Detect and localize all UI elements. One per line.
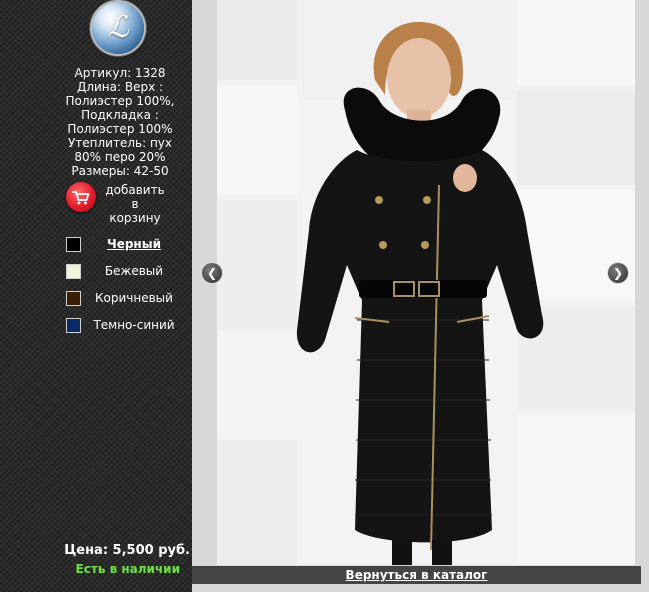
color-swatch-navy[interactable] xyxy=(66,318,81,333)
spec-line: 80% перо 20% xyxy=(74,150,166,164)
footer-bar: Вернуться в каталог xyxy=(192,566,641,584)
color-swatch-black[interactable] xyxy=(66,237,81,252)
chevron-left-icon: ❮ xyxy=(206,266,218,280)
product-price: Цена: 5,500 руб. xyxy=(64,543,190,558)
spec-line: Полиэстер 100% xyxy=(67,122,173,136)
spec-line: Длина: Верх : xyxy=(76,80,164,94)
logo-monogram-icon: ℒ xyxy=(107,10,129,45)
color-swatch-brown[interactable] xyxy=(66,291,81,306)
spec-line: Артикул: 1328 xyxy=(74,66,166,80)
product-sidebar: ℒ Артикул: 1328 Длина: Верх : Полиэстер … xyxy=(0,0,192,592)
coat-model-illustration xyxy=(217,0,635,565)
stock-status: Есть в наличии xyxy=(75,562,180,576)
product-specs: Артикул: 1328 Длина: Верх : Полиэстер 10… xyxy=(58,66,182,178)
add-to-cart-label: добавить xyxy=(105,183,165,197)
back-to-catalog-link[interactable]: Вернуться в каталог xyxy=(346,568,488,582)
spec-line: Утеплитель: пух xyxy=(67,136,173,150)
product-photo xyxy=(217,0,635,565)
cart-icon[interactable] xyxy=(66,182,96,212)
add-to-cart-button[interactable]: добавить в корзину xyxy=(104,183,166,225)
cart-glyph-icon xyxy=(72,191,90,205)
chevron-right-icon: ❯ xyxy=(612,266,624,280)
color-option-brown[interactable]: Коричневый xyxy=(92,291,176,305)
color-swatch-beige[interactable] xyxy=(66,264,81,279)
product-gallery: ❮ ❯ Вернуться в каталог xyxy=(192,0,649,592)
spec-line: Полиэстер 100%, xyxy=(65,94,175,108)
next-image-button[interactable]: ❯ xyxy=(608,263,628,283)
prev-image-button[interactable]: ❮ xyxy=(202,263,222,283)
brand-logo[interactable]: ℒ xyxy=(92,2,144,54)
spec-line: Подкладка : xyxy=(81,108,159,122)
add-to-cart-label: в корзину xyxy=(109,197,161,225)
color-option-black[interactable]: Черный xyxy=(92,237,176,251)
color-option-navy[interactable]: Темно-синий xyxy=(92,318,176,332)
color-option-beige[interactable]: Бежевый xyxy=(92,264,176,278)
spec-line: Размеры: 42-50 xyxy=(71,164,169,178)
